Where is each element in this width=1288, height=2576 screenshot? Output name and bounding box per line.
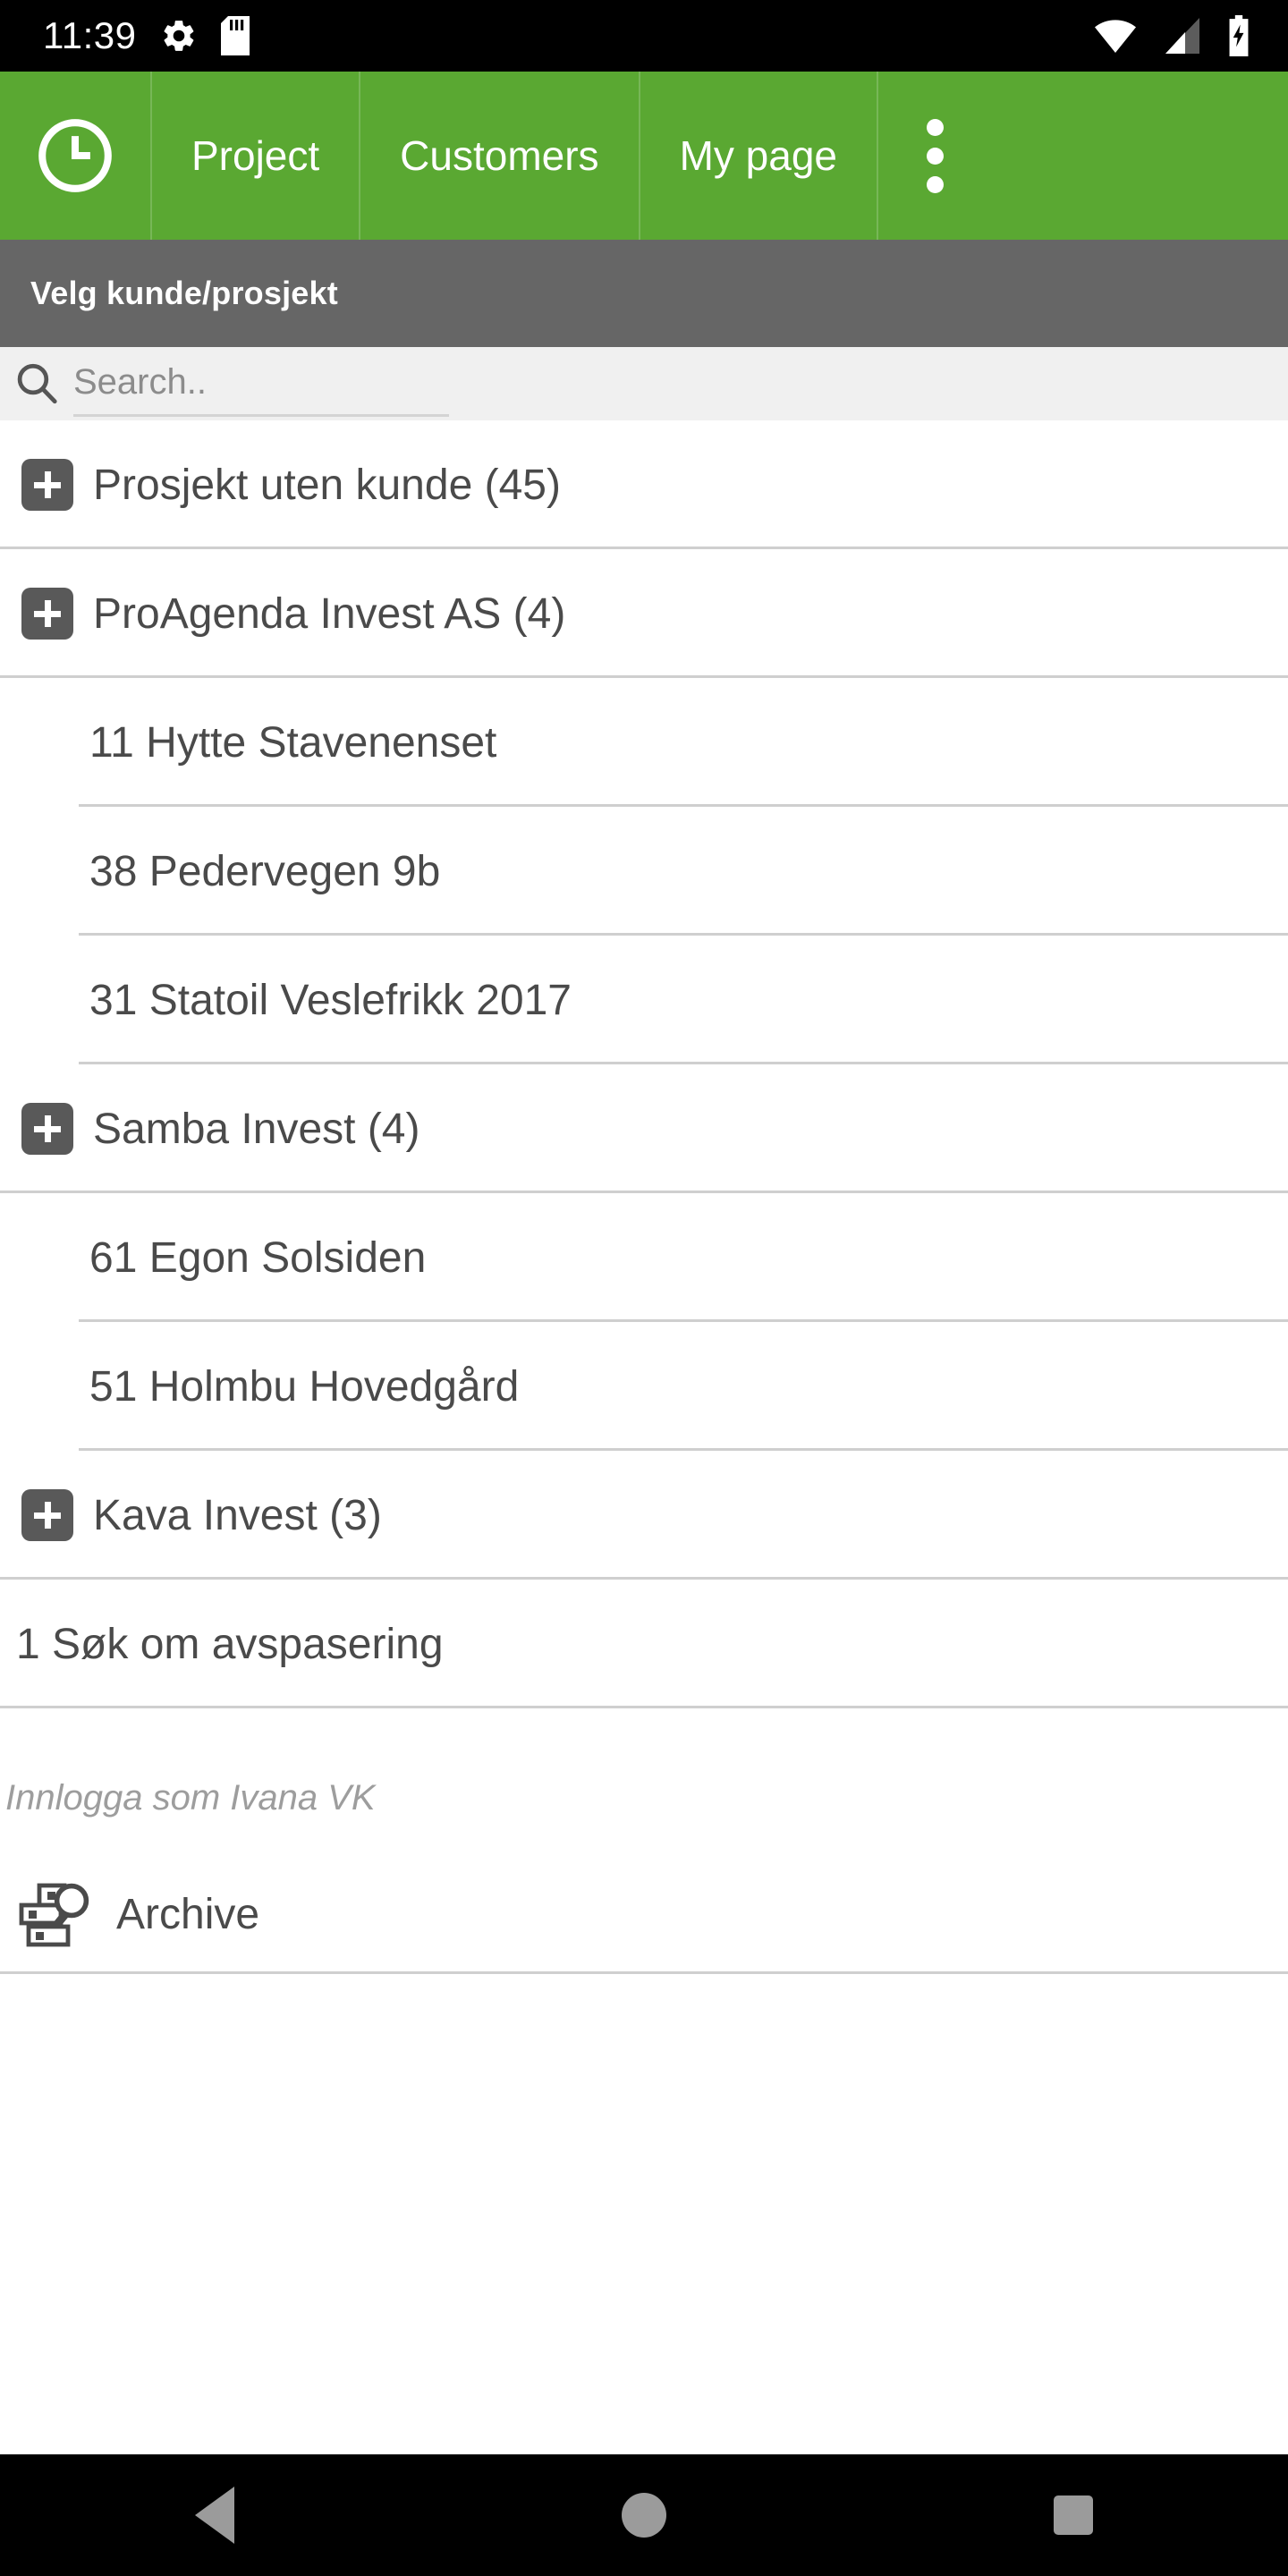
- archive-label: Archive: [116, 1890, 260, 1938]
- android-nav-bar: [0, 2454, 1288, 2576]
- list-item-label: 11 Hytte Stavenenset: [89, 718, 497, 767]
- archive-item[interactable]: Archive: [0, 1843, 1288, 1986]
- row-divider: [0, 1706, 1288, 1708]
- plus-icon[interactable]: [21, 588, 73, 640]
- plus-icon[interactable]: [21, 459, 73, 511]
- recents-square-icon: [1054, 2496, 1093, 2535]
- list-item-label: 38 Pedervegen 9b: [89, 847, 441, 895]
- list-item-label: 31 Statoil Veslefrikk 2017: [89, 976, 572, 1024]
- list-item-group[interactable]: ProAgenda Invest AS (4): [0, 549, 1288, 678]
- search-bar: [0, 347, 1288, 420]
- list-item-child[interactable]: 31 Statoil Veslefrikk 2017: [0, 936, 1288, 1064]
- list-item-group[interactable]: Kava Invest (3): [0, 1451, 1288, 1580]
- archive-icon: [0, 1880, 116, 1948]
- overflow-dot: [927, 175, 944, 193]
- search-input[interactable]: [73, 351, 449, 417]
- logged-in-status: Innlogga som Ivana VK: [0, 1753, 1288, 1843]
- app-bar: Project Customers My page: [0, 72, 1288, 240]
- tab-project[interactable]: Project: [150, 72, 359, 240]
- tab-my-page-label: My page: [679, 132, 837, 179]
- project-list: Prosjekt uten kunde (45) ProAgenda Inves…: [0, 420, 1288, 1708]
- nav-recents-button[interactable]: [984, 2454, 1163, 2576]
- list-item-label: Samba Invest (4): [93, 1105, 420, 1153]
- status-bar: 11:39: [0, 0, 1288, 72]
- footer-divider: [0, 1971, 1288, 1974]
- tab-my-page[interactable]: My page: [638, 72, 877, 240]
- tab-customers[interactable]: Customers: [359, 72, 638, 240]
- overflow-menu-icon[interactable]: [877, 72, 992, 240]
- list-item-label: 1 Søk om avspasering: [16, 1620, 444, 1668]
- tab-customers-label: Customers: [400, 132, 599, 179]
- plus-icon[interactable]: [21, 1103, 73, 1155]
- logged-in-label: Innlogga som Ivana VK: [5, 1777, 376, 1818]
- list-item-child[interactable]: 51 Holmbu Hovedgård: [0, 1322, 1288, 1451]
- list-item-plain[interactable]: 1 Søk om avspasering: [0, 1580, 1288, 1708]
- app-logo[interactable]: [0, 72, 150, 240]
- app-root: 11:39 Project Customers My page Velg kun…: [0, 0, 1288, 2576]
- list-item-child[interactable]: 38 Pedervegen 9b: [0, 807, 1288, 936]
- clock-icon: [34, 114, 116, 197]
- back-triangle-icon: [195, 2487, 234, 2544]
- sd-card-icon: [220, 16, 250, 55]
- list-item-label: Prosjekt uten kunde (45): [93, 461, 561, 509]
- gear-icon: [160, 17, 198, 55]
- status-bar-right: [1093, 15, 1288, 56]
- list-item-label: 51 Holmbu Hovedgård: [89, 1362, 520, 1411]
- cellular-signal-icon: [1161, 18, 1202, 54]
- plus-icon[interactable]: [21, 1489, 73, 1541]
- status-time: 11:39: [43, 14, 137, 56]
- tab-project-label: Project: [191, 132, 320, 179]
- list-item-label: ProAgenda Invest AS (4): [93, 589, 566, 638]
- nav-back-button[interactable]: [125, 2454, 304, 2576]
- overflow-dot: [927, 147, 944, 165]
- nav-home-button[interactable]: [555, 2454, 733, 2576]
- list-item-group[interactable]: Prosjekt uten kunde (45): [0, 420, 1288, 549]
- overflow-dot: [927, 118, 944, 136]
- home-circle-icon: [622, 2493, 666, 2538]
- list-item-label: 61 Egon Solsiden: [89, 1233, 427, 1282]
- battery-charging-icon: [1225, 15, 1252, 56]
- list-item-child[interactable]: 61 Egon Solsiden: [0, 1193, 1288, 1322]
- list-item-child[interactable]: 11 Hytte Stavenenset: [0, 678, 1288, 807]
- wifi-icon: [1093, 18, 1138, 54]
- list-item-label: Kava Invest (3): [93, 1491, 382, 1539]
- status-bar-left: 11:39: [0, 16, 250, 55]
- sub-header: Velg kunde/prosjekt: [0, 240, 1288, 347]
- search-icon: [0, 360, 73, 408]
- list-item-group[interactable]: Samba Invest (4): [0, 1064, 1288, 1193]
- page-title: Velg kunde/prosjekt: [30, 275, 338, 311]
